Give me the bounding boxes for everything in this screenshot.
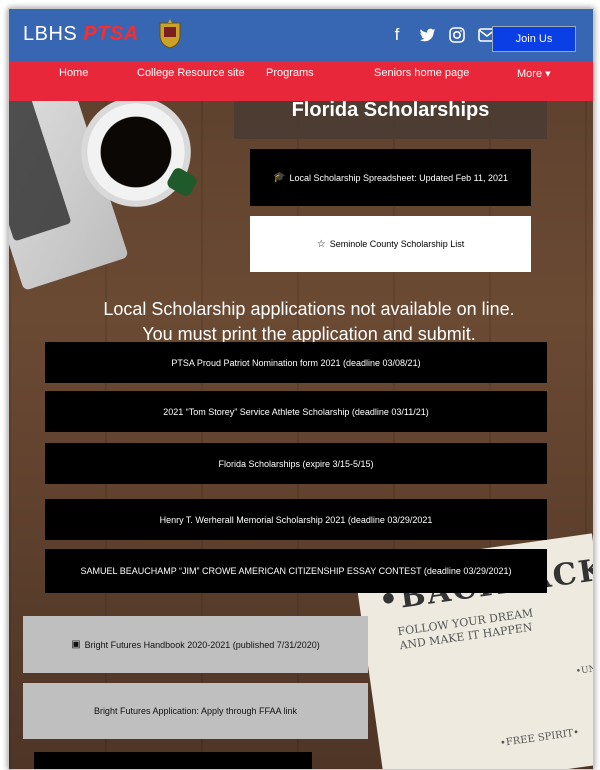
- page-title-box: Florida Scholarships: [234, 99, 547, 139]
- graduation-cap-icon: 🎓: [273, 172, 286, 183]
- main-nav: Home College Resource site Programs Seni…: [9, 61, 593, 101]
- local-scholarship-spreadsheet-button[interactable]: 🎓 Local Scholarship Spreadsheet: Updated…: [250, 149, 531, 206]
- scholarship-button-werherall[interactable]: Henry T. Werherall Memorial Scholarship …: [45, 499, 547, 540]
- newspaper-side-text: •UNPL: [575, 662, 594, 677]
- button-label: Local Scholarship Spreadsheet: Updated F…: [289, 172, 508, 183]
- bright-futures-application-button[interactable]: Bright Futures Application: Apply throug…: [23, 683, 368, 739]
- scholarship-button-crowe-essay[interactable]: SAMUEL BEAUCHAMP “JIM” CROWE AMERICAN CI…: [45, 549, 547, 593]
- twitter-icon[interactable]: [417, 25, 437, 45]
- school-crest-icon: [159, 19, 181, 49]
- application-notice: Local Scholarship applications not avail…: [49, 297, 569, 347]
- page-title: Florida Scholarships: [291, 99, 490, 121]
- newspaper-free-spirit: •FREE SPIRIT•: [499, 727, 580, 750]
- scholarship-button-tom-storey[interactable]: 2021 “Tom Storey” Service Athlete Schola…: [45, 391, 547, 432]
- instagram-icon[interactable]: [447, 25, 467, 45]
- bright-futures-handbook-button[interactable]: ▣ Bright Futures Handbook 2020-2021 (pub…: [23, 616, 368, 673]
- laptop-keyboard: [9, 80, 72, 242]
- nav-item-seniors-home[interactable]: Seniors home page: [374, 67, 469, 79]
- seminole-county-list-button[interactable]: ☆ Seminole County Scholarship List: [250, 216, 531, 272]
- scholarship-button-florida[interactable]: Florida Scholarships (expire 3/15-5/15): [45, 443, 547, 484]
- file-icon: ▣: [71, 639, 81, 650]
- brand-text: LBHS: [23, 23, 78, 45]
- button-label: Bright Futures Handbook 2020-2021 (publi…: [84, 639, 320, 650]
- browser-page: •BACKPACKER• FOLLOW YOUR DREAM AND MAKE …: [8, 8, 594, 770]
- star-icon: ☆: [316, 238, 326, 250]
- brand-accent: PTSA: [83, 23, 139, 45]
- facebook-icon[interactable]: f: [387, 25, 407, 45]
- nav-item-home[interactable]: Home: [59, 67, 88, 79]
- nav-item-college-resource[interactable]: College Resource site: [137, 67, 245, 79]
- nav-item-programs[interactable]: Programs: [266, 67, 314, 79]
- nav-item-more[interactable]: More ▾: [517, 67, 551, 80]
- site-header: LBHS PTSA f Join Us: [9, 9, 593, 61]
- site-logo[interactable]: LBHS PTSA: [23, 23, 139, 46]
- join-us-button[interactable]: Join Us: [492, 26, 576, 52]
- social-links: f: [387, 25, 497, 45]
- button-label: Bright Futures Application: Apply throug…: [93, 706, 298, 716]
- scholarship-button-ptsa-proud-patriot[interactable]: PTSA Proud Patriot Nomination form 2021 …: [45, 342, 547, 383]
- notice-line-1: Local Scholarship applications not avail…: [103, 299, 515, 319]
- button-label: Seminole County Scholarship List: [329, 239, 465, 249]
- next-resource-button[interactable]: [34, 752, 312, 769]
